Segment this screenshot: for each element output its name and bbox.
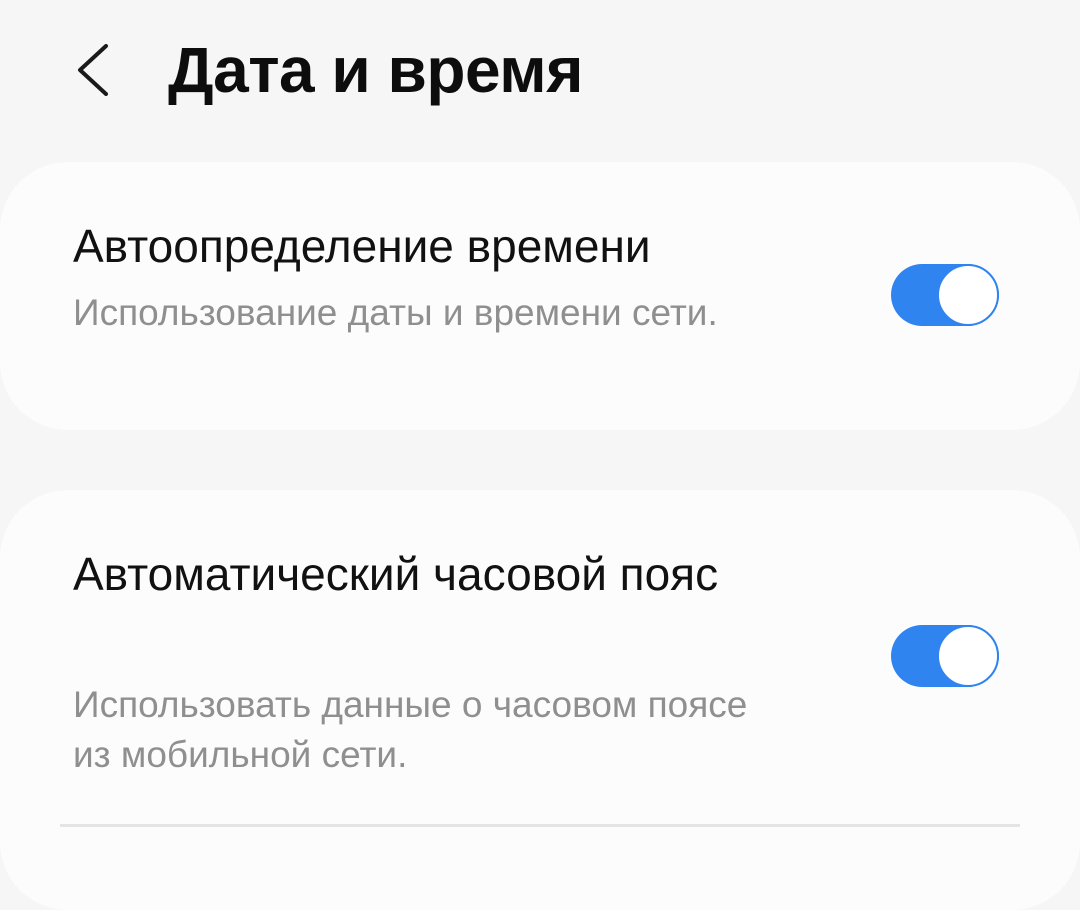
- settings-card-auto-time: Автоопределение времени Использование да…: [0, 162, 1080, 430]
- divider: [60, 824, 1020, 827]
- chevron-left-icon: [78, 44, 108, 96]
- setting-description: Использовать данные о часовом поясе из м…: [73, 684, 748, 775]
- app-bar: Дата и время: [0, 0, 1080, 150]
- setting-auto-time[interactable]: Автоопределение времени Использование да…: [0, 162, 1080, 430]
- setting-title: Автоматический часовой пояс: [73, 548, 719, 600]
- setting-title: Автоопределение времени: [73, 220, 651, 272]
- settings-card-auto-timezone: Автоматический часовой пояс Использовать…: [0, 490, 1080, 910]
- toggle-knob: [937, 625, 999, 687]
- page-title: Дата и время: [168, 34, 583, 106]
- toggle-knob: [937, 264, 999, 326]
- back-button[interactable]: [60, 30, 130, 110]
- auto-timezone-toggle[interactable]: [891, 625, 999, 687]
- auto-time-toggle[interactable]: [891, 264, 999, 326]
- setting-auto-timezone[interactable]: Автоматический часовой пояс Использовать…: [0, 490, 1080, 910]
- setting-description: Использование даты и времени сети.: [73, 292, 718, 333]
